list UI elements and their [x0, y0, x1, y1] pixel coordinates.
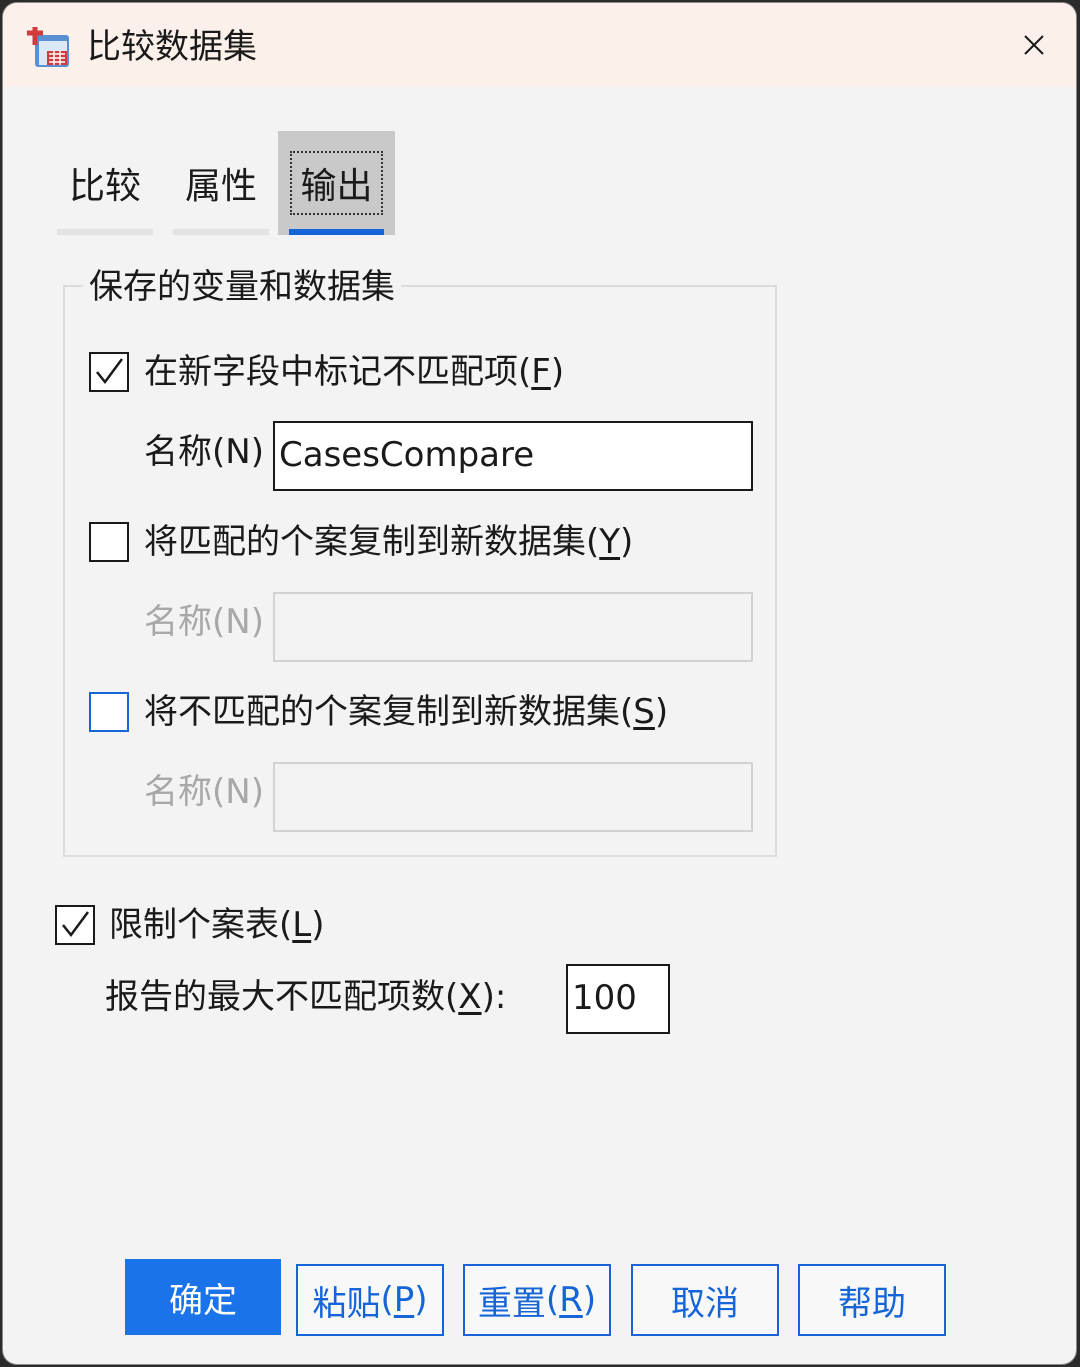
- ok-button[interactable]: 确定: [125, 1259, 281, 1335]
- copy-matched-label[interactable]: 将匹配的个案复制到新数据集(Y): [144, 520, 633, 564]
- compare-datasets-dialog: 比较数据集 比较 属性 输出 保存的变量和数据集 在新字段中标记不匹配项(F) …: [3, 3, 1076, 1364]
- flag-mismatch-checkbox[interactable]: [89, 352, 129, 392]
- limit-case-table-label[interactable]: 限制个案表(L): [109, 903, 324, 947]
- tab-label: 比较: [68, 166, 141, 207]
- tab-compare[interactable]: 比较: [57, 131, 153, 235]
- close-icon: [1024, 35, 1044, 55]
- max-mismatch-input[interactable]: 100: [566, 964, 670, 1034]
- copy-matched-name-input: [273, 592, 753, 662]
- copy-unmatched-label[interactable]: 将不匹配的个案复制到新数据集(S): [144, 690, 668, 734]
- max-mismatch-label: 报告的最大不匹配项数(X):: [105, 977, 507, 1017]
- tab-properties[interactable]: 属性: [173, 131, 269, 235]
- spss-dataset-icon: [25, 23, 73, 71]
- reset-button[interactable]: 重置(R): [463, 1264, 611, 1336]
- tab-label: 输出: [290, 151, 383, 215]
- help-button[interactable]: 帮助: [798, 1264, 946, 1336]
- check-icon: [96, 358, 124, 385]
- tab-label: 属性: [184, 166, 257, 207]
- cancel-button[interactable]: 取消: [631, 1264, 779, 1336]
- name-label: 名称(N): [144, 772, 264, 812]
- flag-mismatch-name-input[interactable]: CasesCompare: [273, 421, 753, 491]
- flag-mismatch-label[interactable]: 在新字段中标记不匹配项(F): [144, 350, 564, 394]
- check-icon: [62, 911, 90, 938]
- name-label: 名称(N): [144, 432, 264, 472]
- paste-button[interactable]: 粘贴(P): [296, 1264, 444, 1336]
- name-label: 名称(N): [144, 602, 264, 642]
- copy-unmatched-name-input: [273, 762, 753, 832]
- limit-case-table-checkbox[interactable]: [55, 905, 95, 945]
- group-legend: 保存的变量和数据集: [83, 265, 401, 309]
- copy-unmatched-checkbox[interactable]: [89, 692, 129, 732]
- close-button[interactable]: [1004, 17, 1064, 73]
- window-title: 比较数据集: [87, 27, 257, 67]
- copy-matched-checkbox[interactable]: [89, 522, 129, 562]
- tab-output[interactable]: 输出: [278, 131, 395, 235]
- title-bar: 比较数据集: [3, 3, 1076, 87]
